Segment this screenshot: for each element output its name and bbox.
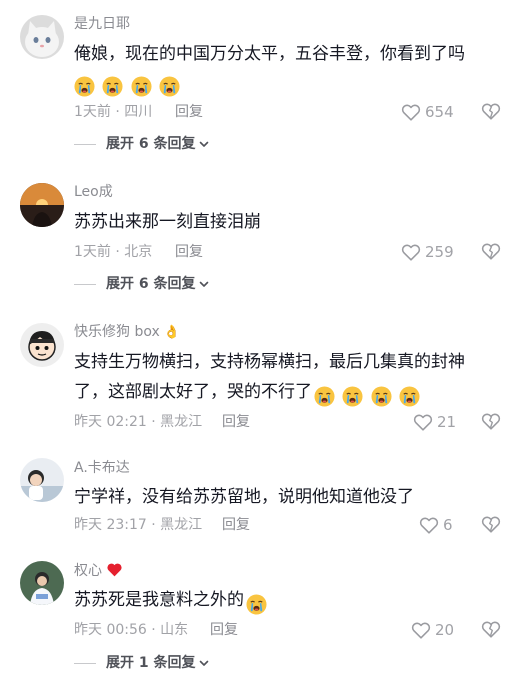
broken-heart-icon <box>480 618 502 640</box>
avatar[interactable] <box>20 458 64 502</box>
username[interactable]: 是九日耶 <box>74 15 130 33</box>
crying-face-emoji <box>131 76 152 97</box>
expand-replies-button[interactable]: 展开 6 条回复 <box>74 135 210 153</box>
heart-outline-icon <box>410 619 432 641</box>
like-count: 654 <box>425 103 454 121</box>
like-button[interactable]: 6 <box>418 514 453 536</box>
like-button[interactable]: 654 <box>400 101 454 123</box>
expand-replies-button[interactable]: 展开 1 条回复 <box>74 654 210 672</box>
expand-label: 展开 6 条回复 <box>106 136 196 152</box>
username[interactable]: Leo成 <box>74 183 113 201</box>
chevron-down-icon <box>198 278 210 290</box>
crying-face-emoji <box>371 386 392 407</box>
comment-body: 苏苏死是我意料之外的 <box>74 590 244 610</box>
emoji-group <box>312 382 420 410</box>
username-text: Leo成 <box>74 184 113 200</box>
reply-button[interactable]: 回复 <box>222 516 250 534</box>
emoji-group <box>244 590 267 618</box>
comment-text: 俺娘，现在的中国万分太平，五谷丰登，你看到了吗 <box>74 40 514 68</box>
comment-text: 苏苏出来那一刻直接泪崩 <box>74 208 514 236</box>
comment-meta: 1天前 · 四川 回复 <box>74 103 203 121</box>
username-text: A.卡布达 <box>74 460 130 476</box>
time-location: 昨天 02:21 · 黑龙江 <box>74 414 203 430</box>
comment-meta: 昨天 00:56 · 山东 回复 <box>74 621 238 639</box>
comment-body: 宁学祥，没有给苏苏留地，说明他知道他没了 <box>74 487 414 507</box>
comment-text: 支持生万物横扫，支持杨幂横扫，最后几集真的封神 <box>74 348 514 376</box>
username[interactable]: 快乐修狗 box 👌 <box>74 323 180 342</box>
dislike-button[interactable] <box>480 410 502 432</box>
broken-heart-icon <box>480 410 502 432</box>
like-button[interactable]: 259 <box>400 241 454 263</box>
comment-text: 宁学祥，没有给苏苏留地，说明他知道他没了 <box>74 483 514 511</box>
avatar[interactable] <box>20 15 64 59</box>
comment-meta: 昨天 02:21 · 黑龙江 回复 <box>74 413 250 431</box>
chevron-down-icon <box>198 657 210 669</box>
chevron-down-icon <box>198 138 210 150</box>
avatar[interactable] <box>20 323 64 367</box>
expand-replies-button[interactable]: 展开 6 条回复 <box>74 275 210 293</box>
username[interactable]: 权心 <box>74 562 123 580</box>
emoji-group <box>74 72 180 100</box>
crying-face-emoji <box>159 76 180 97</box>
comment-meta: 昨天 23:17 · 黑龙江 回复 <box>74 516 250 534</box>
ok-hand-emoji: 👌 <box>159 325 181 340</box>
dislike-button[interactable] <box>480 618 502 640</box>
heart-outline-icon <box>400 241 422 263</box>
reply-button[interactable]: 回复 <box>175 103 203 121</box>
expand-label: 展开 1 条回复 <box>106 655 196 671</box>
comment-meta: 1天前 · 北京 回复 <box>74 243 203 261</box>
comment-body: 俺娘，现在的中国万分太平，五谷丰登，你看到了吗 <box>74 44 465 64</box>
reply-button[interactable]: 回复 <box>222 413 250 431</box>
red-heart-emoji <box>107 563 123 577</box>
crying-face-emoji <box>74 76 95 97</box>
divider-line <box>74 662 96 664</box>
comment-body-line-1: 支持生万物横扫，支持杨幂横扫，最后几集真的封神 <box>74 352 465 372</box>
comment-body-line-2: 了，这部剧太好了，哭的不行了 <box>74 382 312 402</box>
comment-text: 苏苏死是我意料之外的 <box>74 586 514 618</box>
heart-outline-icon <box>412 411 434 433</box>
time-location: 昨天 23:17 · 黑龙江 <box>74 517 203 533</box>
broken-heart-icon <box>480 100 502 122</box>
like-count: 20 <box>435 621 455 639</box>
reply-button[interactable]: 回复 <box>175 243 203 261</box>
time-location: 昨天 00:56 · 山东 <box>74 622 189 638</box>
crying-face-emoji <box>342 386 363 407</box>
username-text: 是九日耶 <box>74 16 130 32</box>
like-button[interactable]: 21 <box>412 411 456 433</box>
dislike-button[interactable] <box>480 513 502 535</box>
avatar[interactable] <box>20 183 64 227</box>
broken-heart-icon <box>480 240 502 262</box>
divider-line <box>74 283 96 285</box>
crying-face-emoji <box>399 386 420 407</box>
divider-line <box>74 143 96 145</box>
username-text: 权心 <box>74 563 102 579</box>
crying-face-emoji <box>102 76 123 97</box>
broken-heart-icon <box>480 513 502 535</box>
heart-outline-icon <box>400 101 422 123</box>
like-count: 6 <box>443 516 453 534</box>
heart-outline-icon <box>418 514 440 536</box>
emoji-row <box>74 68 514 100</box>
like-count: 259 <box>425 243 454 261</box>
crying-face-emoji <box>246 594 267 615</box>
dislike-button[interactable] <box>480 240 502 262</box>
time-location: 1天前 · 四川 <box>74 104 153 120</box>
time-location: 1天前 · 北京 <box>74 244 153 260</box>
like-button[interactable]: 20 <box>410 619 454 641</box>
dislike-button[interactable] <box>480 100 502 122</box>
reply-button[interactable]: 回复 <box>210 621 238 639</box>
comment-body: 苏苏出来那一刻直接泪崩 <box>74 212 261 232</box>
like-count: 21 <box>437 413 457 431</box>
username[interactable]: A.卡布达 <box>74 459 130 477</box>
comment-text: 了，这部剧太好了，哭的不行了 <box>74 378 514 410</box>
crying-face-emoji <box>314 386 335 407</box>
username-text: 快乐修狗 box <box>74 324 160 340</box>
expand-label: 展开 6 条回复 <box>106 276 196 292</box>
avatar[interactable] <box>20 561 64 605</box>
